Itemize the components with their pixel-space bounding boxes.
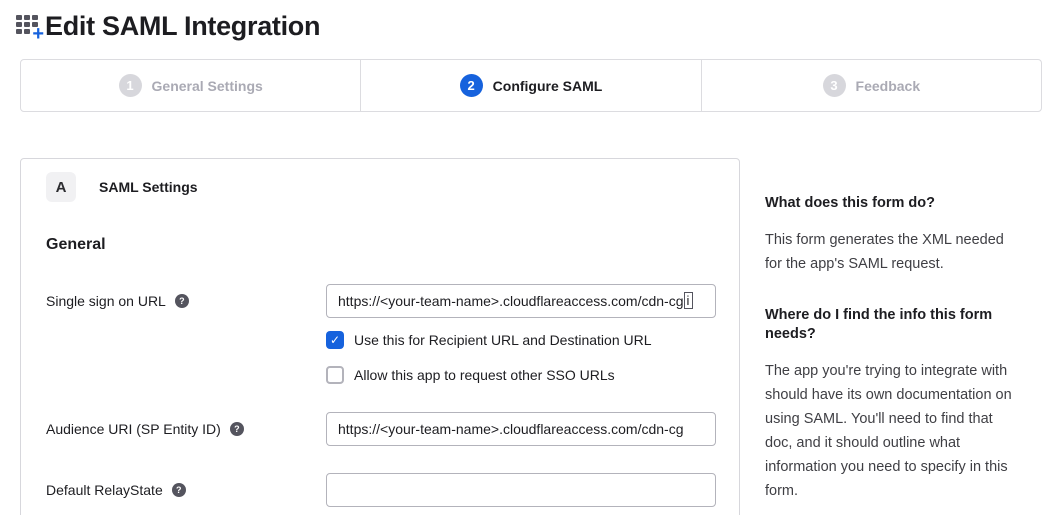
help-heading: What does this form do? — [765, 194, 1021, 213]
other-sso-urls-checkbox[interactable] — [326, 366, 344, 384]
page-header: + Edit SAML Integration — [16, 6, 1043, 46]
other-sso-urls-checkbox-label: Allow this app to request other SSO URLs — [354, 367, 615, 383]
help-body: The app you're trying to integrate with … — [765, 359, 1021, 503]
section-badge: A — [46, 172, 76, 202]
step-label: General Settings — [152, 78, 263, 94]
checkbox-row-recipient-url: ✓ Use this for Recipient URL and Destina… — [326, 331, 716, 349]
help-icon[interactable]: ? — [230, 422, 244, 436]
help-body: This form generates the XML needed for t… — [765, 228, 1021, 276]
recipient-url-checkbox-label: Use this for Recipient URL and Destinati… — [354, 332, 652, 348]
default-relaystate-label: Default RelayState — [46, 482, 163, 498]
wizard-step-general-settings[interactable]: 1 General Settings — [21, 60, 360, 111]
page-title: Edit SAML Integration — [45, 11, 320, 42]
group-heading-general: General — [46, 236, 714, 254]
help-icon[interactable]: ? — [175, 294, 189, 308]
step-number-badge: 2 — [460, 74, 483, 97]
step-label: Configure SAML — [493, 78, 603, 94]
sso-url-input[interactable]: https://<your-team-name>.cloudflareacces… — [326, 284, 716, 318]
wizard-step-feedback[interactable]: 3 Feedback — [701, 60, 1041, 111]
field-row-sso-url: Single sign on URL ? https://<your-team-… — [46, 284, 714, 384]
main-content: A SAML Settings General Single sign on U… — [20, 158, 1042, 515]
text-cursor: i — [684, 292, 693, 309]
sso-url-label: Single sign on URL — [46, 293, 166, 309]
step-number-badge: 3 — [823, 74, 846, 97]
wizard-step-configure-saml[interactable]: 2 Configure SAML — [360, 60, 700, 111]
help-section: What does this form do? This form genera… — [765, 194, 1021, 276]
help-icon[interactable]: ? — [172, 483, 186, 497]
help-section: Where do I find the info this form needs… — [765, 306, 1021, 503]
step-number-badge: 1 — [119, 74, 142, 97]
field-row-audience-uri: Audience URI (SP Entity ID) ? https://<y… — [46, 412, 714, 446]
audience-uri-input[interactable]: https://<your-team-name>.cloudflareacces… — [326, 412, 716, 446]
saml-settings-card: A SAML Settings General Single sign on U… — [20, 158, 740, 515]
step-label: Feedback — [856, 78, 921, 94]
help-heading: Where do I find the info this form needs… — [765, 306, 1021, 344]
help-panel: What does this form do? This form genera… — [765, 158, 1021, 503]
section-title: SAML Settings — [99, 179, 198, 195]
section-header: A SAML Settings — [46, 172, 714, 202]
app-grid-plus-icon: + — [16, 13, 42, 39]
field-row-default-relaystate: Default RelayState ? If no value is set,… — [46, 473, 714, 515]
recipient-url-checkbox[interactable]: ✓ — [326, 331, 344, 349]
checkbox-row-other-sso-urls: Allow this app to request other SSO URLs — [326, 366, 716, 384]
audience-uri-label: Audience URI (SP Entity ID) — [46, 421, 221, 437]
step-wizard: 1 General Settings 2 Configure SAML 3 Fe… — [20, 59, 1042, 112]
default-relaystate-input[interactable] — [326, 473, 716, 507]
